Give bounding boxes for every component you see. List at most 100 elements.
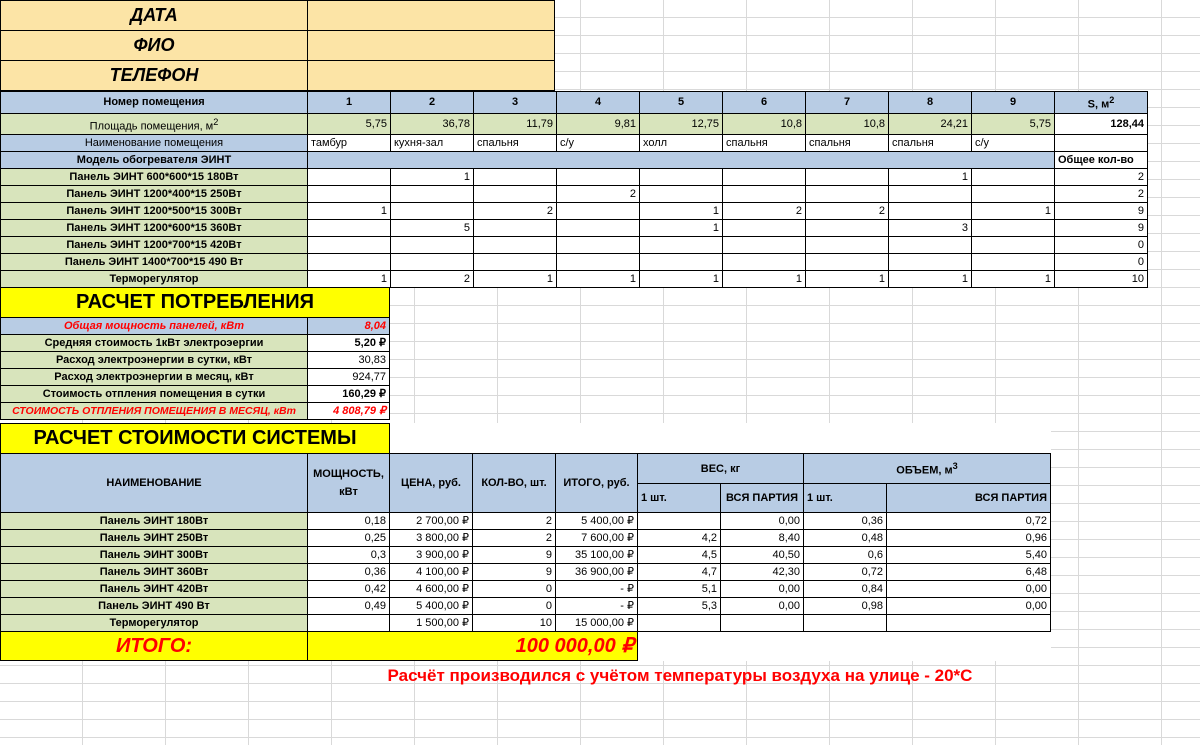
- model-qty-cell[interactable]: [390, 185, 474, 204]
- model-qty-cell[interactable]: 1: [639, 219, 723, 238]
- room-area[interactable]: 9,81: [556, 112, 640, 136]
- model-qty-cell[interactable]: [473, 253, 557, 272]
- model-qty-cell[interactable]: [307, 185, 391, 204]
- volume-one[interactable]: 0,84: [803, 580, 887, 598]
- model-qty-cell[interactable]: [556, 253, 640, 272]
- phone-value[interactable]: [307, 60, 555, 91]
- model-qty-cell[interactable]: 1: [805, 270, 889, 289]
- cost-qty[interactable]: 2: [472, 529, 556, 547]
- room-name[interactable]: спальня: [722, 134, 806, 153]
- model-qty-cell[interactable]: [971, 253, 1055, 272]
- room-area[interactable]: 24,21: [888, 112, 972, 136]
- room-name[interactable]: с/у: [556, 134, 640, 153]
- cost-qty[interactable]: 9: [472, 546, 556, 564]
- model-qty-cell[interactable]: [307, 219, 391, 238]
- model-qty-cell[interactable]: 1: [971, 202, 1055, 221]
- model-qty-cell[interactable]: [805, 185, 889, 204]
- weight-one[interactable]: 5,1: [637, 580, 721, 598]
- model-qty-cell[interactable]: 1: [556, 270, 640, 289]
- volume-one[interactable]: 0,72: [803, 563, 887, 581]
- model-qty-cell[interactable]: 1: [722, 270, 806, 289]
- fio-value[interactable]: [307, 30, 555, 61]
- model-qty-cell[interactable]: [307, 253, 391, 272]
- model-qty-cell[interactable]: 1: [888, 168, 972, 187]
- model-qty-cell[interactable]: [639, 236, 723, 255]
- model-qty-cell[interactable]: [888, 202, 972, 221]
- model-qty-cell[interactable]: 2: [805, 202, 889, 221]
- model-qty-cell[interactable]: [556, 219, 640, 238]
- cost-power[interactable]: 0,3: [307, 546, 390, 564]
- consumption-value[interactable]: 5,20 ₽: [307, 334, 390, 352]
- volume-one[interactable]: 0,48: [803, 529, 887, 547]
- model-qty-cell[interactable]: 1: [639, 270, 723, 289]
- model-qty-cell[interactable]: 1: [307, 202, 391, 221]
- room-area[interactable]: 5,75: [307, 112, 391, 136]
- model-qty-cell[interactable]: [473, 236, 557, 255]
- model-qty-cell[interactable]: [390, 236, 474, 255]
- volume-one[interactable]: [803, 614, 887, 632]
- model-qty-cell[interactable]: [390, 202, 474, 221]
- room-area[interactable]: 10,8: [805, 112, 889, 136]
- model-qty-cell[interactable]: 1: [473, 270, 557, 289]
- room-area[interactable]: 10,8: [722, 112, 806, 136]
- model-qty-cell[interactable]: [473, 219, 557, 238]
- cost-qty[interactable]: 2: [472, 512, 556, 530]
- room-name[interactable]: спальня: [805, 134, 889, 153]
- model-qty-cell[interactable]: [971, 185, 1055, 204]
- weight-one[interactable]: 4,2: [637, 529, 721, 547]
- model-qty-cell[interactable]: [971, 219, 1055, 238]
- room-name[interactable]: с/у: [971, 134, 1055, 153]
- cost-power[interactable]: 0,25: [307, 529, 390, 547]
- model-qty-cell[interactable]: 1: [888, 270, 972, 289]
- model-qty-cell[interactable]: [722, 219, 806, 238]
- model-qty-cell[interactable]: [971, 236, 1055, 255]
- weight-one[interactable]: 5,3: [637, 597, 721, 615]
- model-qty-cell[interactable]: [307, 168, 391, 187]
- model-qty-cell[interactable]: [888, 236, 972, 255]
- room-name[interactable]: холл: [639, 134, 723, 153]
- cost-qty[interactable]: 9: [472, 563, 556, 581]
- cost-qty[interactable]: 0: [472, 597, 556, 615]
- cost-price[interactable]: 4 600,00 ₽: [389, 580, 473, 598]
- model-qty-cell[interactable]: [722, 236, 806, 255]
- model-qty-cell[interactable]: [307, 236, 391, 255]
- model-qty-cell[interactable]: [473, 168, 557, 187]
- cost-power[interactable]: 0,18: [307, 512, 390, 530]
- model-qty-cell[interactable]: 2: [390, 270, 474, 289]
- model-qty-cell[interactable]: 3: [888, 219, 972, 238]
- model-qty-cell[interactable]: [722, 168, 806, 187]
- model-qty-cell[interactable]: 2: [556, 185, 640, 204]
- cost-price[interactable]: 2 700,00 ₽: [389, 512, 473, 530]
- model-qty-cell[interactable]: [556, 168, 640, 187]
- room-area[interactable]: 36,78: [390, 112, 474, 136]
- weight-one[interactable]: 4,5: [637, 546, 721, 564]
- room-name[interactable]: спальня: [888, 134, 972, 153]
- cost-power[interactable]: [307, 614, 390, 632]
- model-qty-cell[interactable]: [722, 185, 806, 204]
- model-qty-cell[interactable]: [556, 236, 640, 255]
- volume-one[interactable]: 0,98: [803, 597, 887, 615]
- model-qty-cell[interactable]: [888, 253, 972, 272]
- room-name[interactable]: тамбур: [307, 134, 391, 153]
- room-area[interactable]: 12,75: [639, 112, 723, 136]
- model-qty-cell[interactable]: 1: [639, 202, 723, 221]
- volume-one[interactable]: 0,6: [803, 546, 887, 564]
- model-qty-cell[interactable]: 5: [390, 219, 474, 238]
- model-qty-cell[interactable]: [805, 253, 889, 272]
- model-qty-cell[interactable]: [473, 185, 557, 204]
- cost-power[interactable]: 0,42: [307, 580, 390, 598]
- model-qty-cell[interactable]: [805, 168, 889, 187]
- cost-power[interactable]: 0,36: [307, 563, 390, 581]
- model-qty-cell[interactable]: [390, 253, 474, 272]
- model-qty-cell[interactable]: 1: [390, 168, 474, 187]
- cost-power[interactable]: 0,49: [307, 597, 390, 615]
- room-name[interactable]: кухня-зал: [390, 134, 474, 153]
- weight-one[interactable]: 4,7: [637, 563, 721, 581]
- cost-qty[interactable]: 0: [472, 580, 556, 598]
- model-qty-cell[interactable]: [639, 168, 723, 187]
- model-qty-cell[interactable]: [639, 253, 723, 272]
- cost-qty[interactable]: 10: [472, 614, 556, 632]
- date-value[interactable]: [307, 0, 555, 31]
- model-qty-cell[interactable]: [971, 168, 1055, 187]
- cost-price[interactable]: 5 400,00 ₽: [389, 597, 473, 615]
